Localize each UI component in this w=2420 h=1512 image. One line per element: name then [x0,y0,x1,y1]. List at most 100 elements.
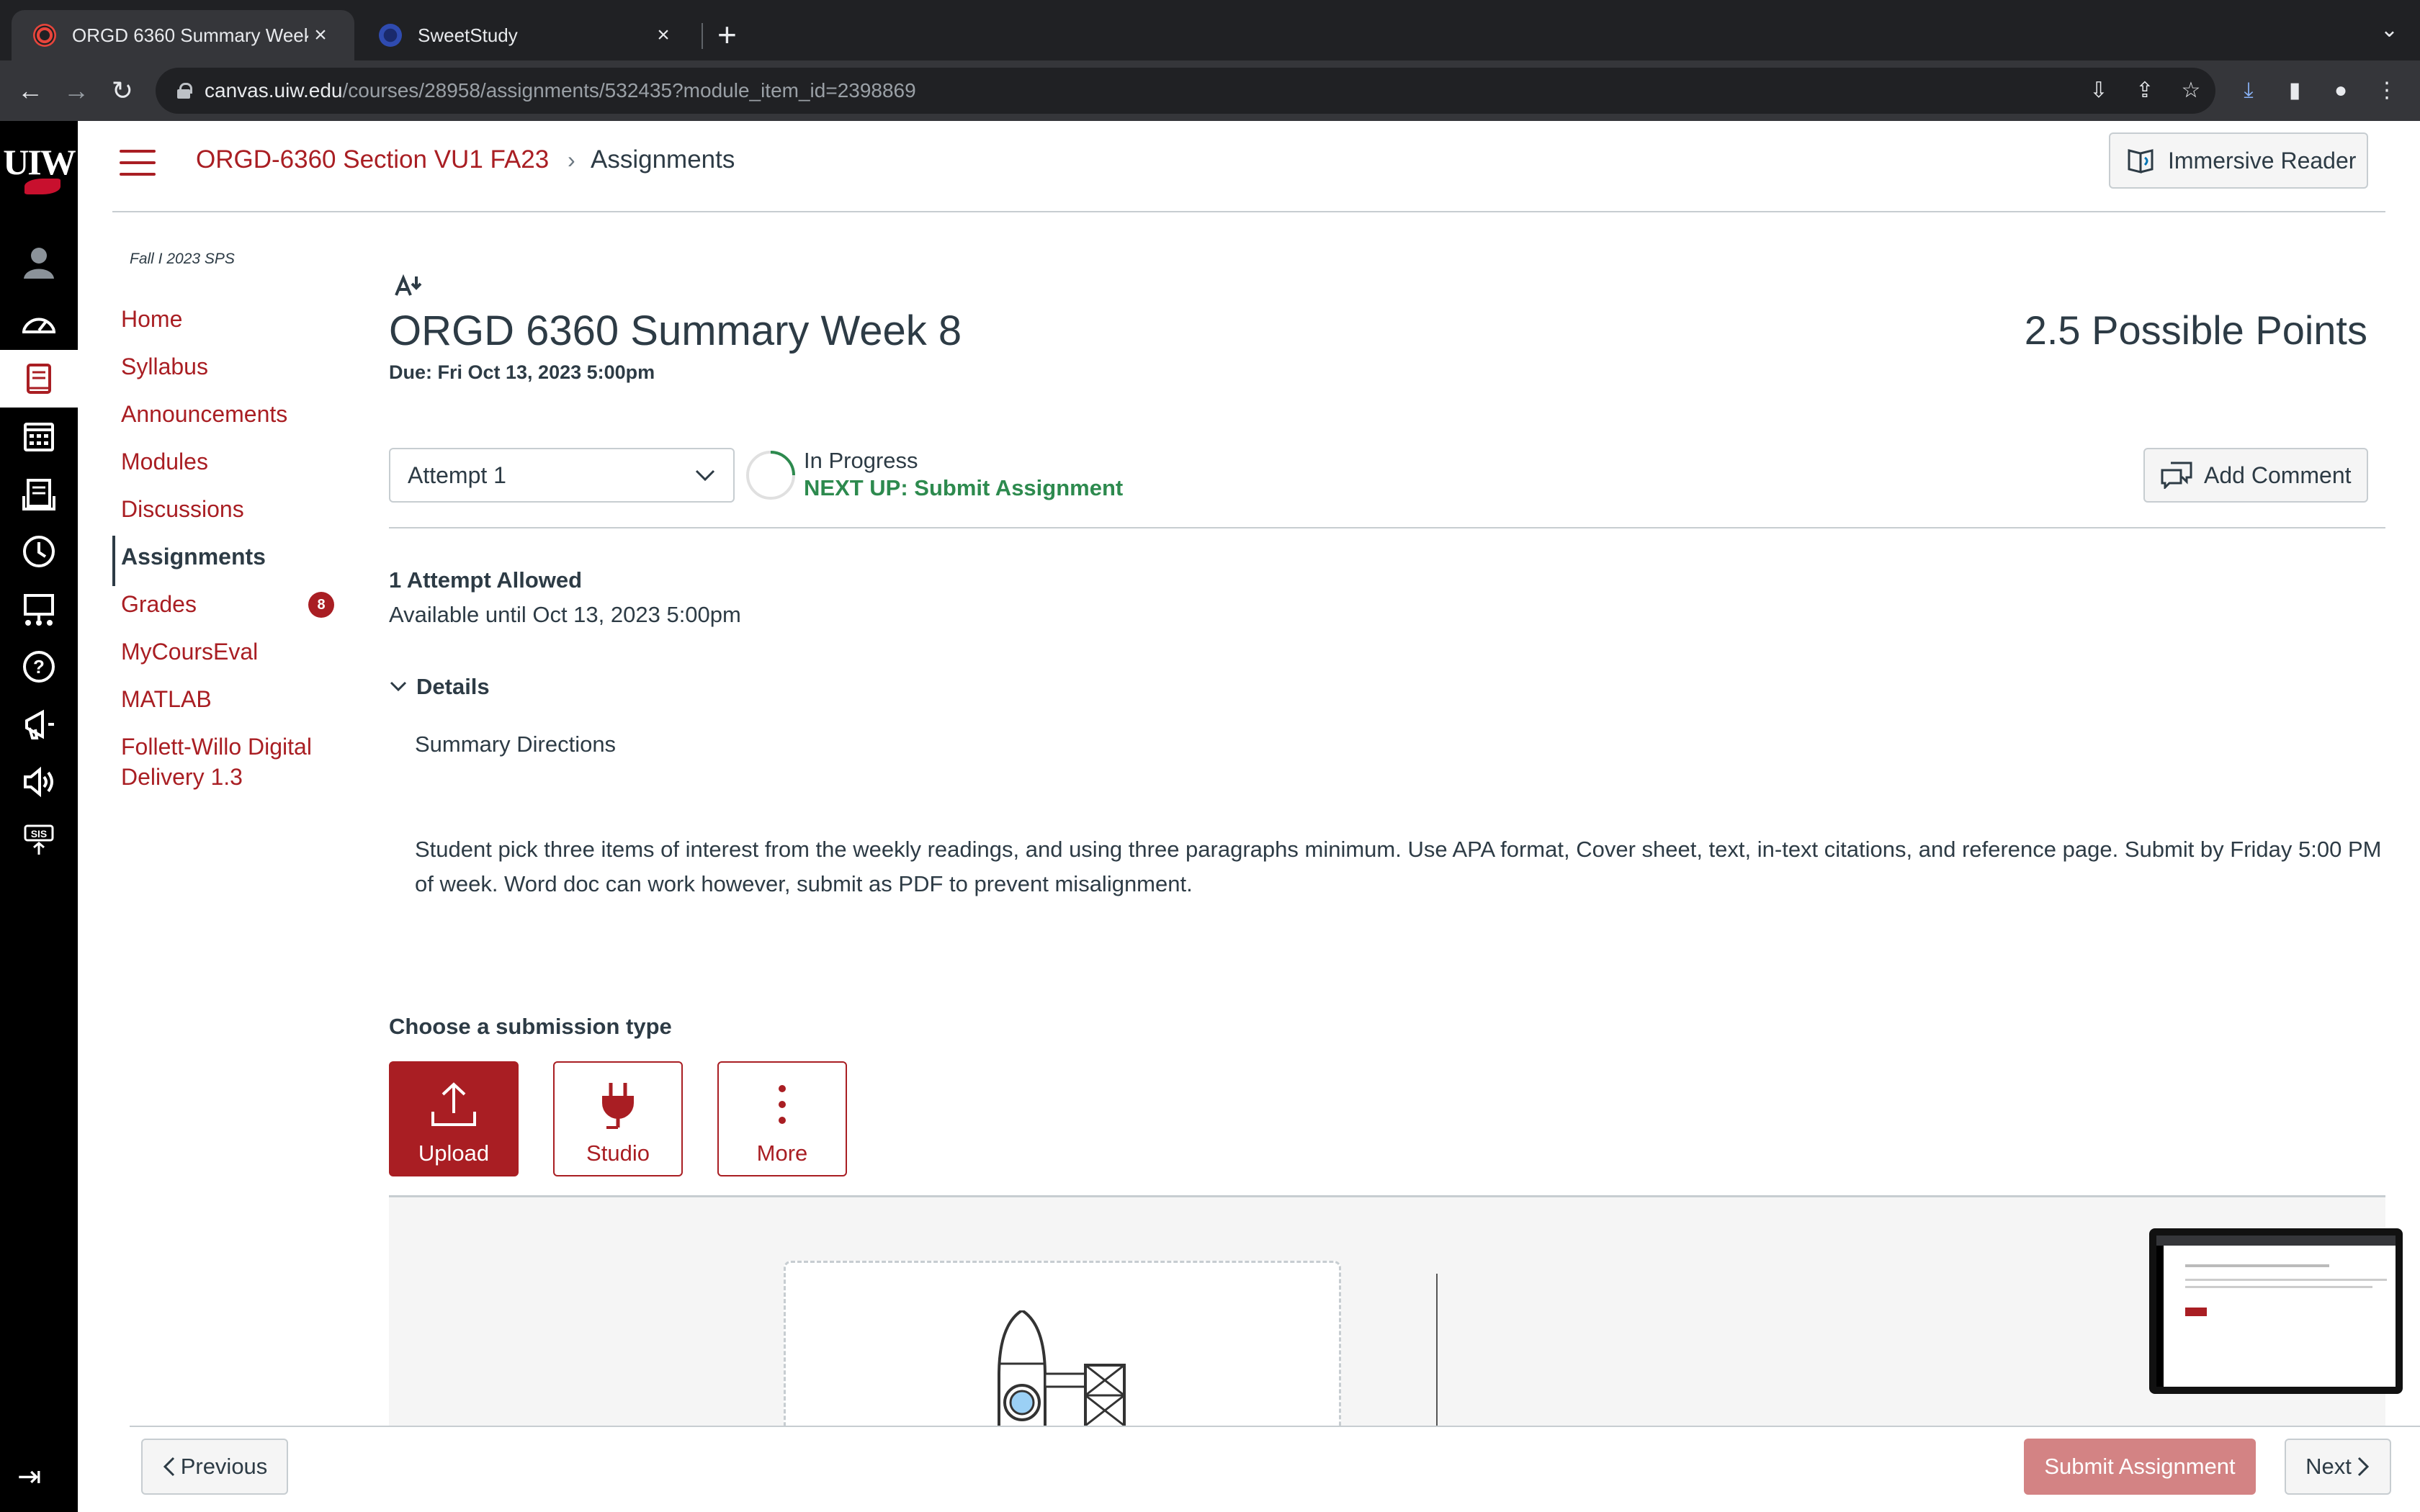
course-nav-modules[interactable]: Modules [121,438,351,485]
commons-icon[interactable] [0,580,78,638]
plug-icon [602,1083,634,1129]
more-label: More [756,1140,808,1166]
chevron-down-icon [390,681,407,692]
more-submission-button[interactable]: More [717,1061,847,1176]
upload-label: Upload [418,1140,490,1166]
submit-assignment-button[interactable]: Submit Assignment [2024,1439,2256,1495]
accessibility-icon[interactable] [0,753,78,811]
next-up-link[interactable]: NEXT UP: Submit Assignment [804,475,1123,501]
account-icon[interactable] [0,233,78,291]
description-body: Student pick three items of interest fro… [415,837,2382,896]
downloads-icon[interactable]: ⤓ [2234,76,2263,105]
browser-toolbar: ← → ↻ canvas.uiw.edu/courses/28958/assig… [0,60,2420,121]
breadcrumb-page: Assignments [591,145,735,174]
header-divider [112,211,2385,212]
canvas-favicon-icon [33,24,56,47]
close-tab-icon[interactable]: × [651,23,676,48]
inbox-icon[interactable] [0,465,78,523]
history-icon[interactable] [0,523,78,580]
immersive-reader-icon [2128,149,2154,174]
bookmark-star-icon[interactable]: ☆ [2177,76,2205,105]
help-icon[interactable]: ? [0,638,78,696]
tab-separator [702,23,703,49]
new-tab-icon[interactable]: + [717,14,737,55]
due-date: Due: Fri Oct 13, 2023 5:00pm [389,361,655,383]
course-menu-toggle-icon[interactable] [120,150,156,176]
calendar-icon[interactable] [0,408,78,465]
attempt-select-value: Attempt 1 [408,462,506,488]
breadcrumb-separator-icon: › [568,147,575,173]
close-tab-icon[interactable]: × [308,23,333,48]
screen-thumbnail-preview[interactable] [2149,1228,2403,1394]
collapse-nav-icon[interactable]: ⇥ [17,1460,42,1493]
attempts-allowed: 1 Attempt Allowed [389,567,583,593]
profile-icon[interactable]: ● [2326,76,2355,105]
details-label: Details [416,674,490,699]
more-vertical-icon [779,1085,786,1124]
url-host: canvas.uiw.edu [205,79,343,102]
content-divider [389,527,2385,528]
accessibility-checker-icon[interactable] [395,274,428,302]
tab-title: ORGD 6360 Summary Week 8 [72,24,308,46]
browser-tab-active[interactable]: ORGD 6360 Summary Week 8 × [12,10,354,60]
browser-tab-strip: ORGD 6360 Summary Week 8 × SweetStudy × … [0,0,2420,60]
chevron-right-icon [2357,1457,2369,1477]
comment-icon [2161,462,2192,489]
course-navigation: Home Syllabus Announcements Modules Disc… [112,295,351,801]
lock-icon [177,83,192,99]
previous-button[interactable]: Previous [141,1439,288,1495]
course-nav-grades[interactable]: Grades 8 [121,580,351,628]
courses-icon[interactable] [0,350,78,408]
available-until: Available until Oct 13, 2023 5:00pm [389,602,741,627]
install-app-icon[interactable]: ⇩ [2084,76,2113,105]
studio-label: Studio [586,1140,650,1166]
next-button[interactable]: Next [2285,1439,2391,1495]
file-upload-area [389,1195,2385,1448]
add-comment-button[interactable]: Add Comment [2143,448,2368,503]
possible-points: 2.5 Possible Points [2024,307,2367,353]
back-arrow-icon[interactable]: ← [16,76,45,105]
progress-ring-icon [746,451,795,500]
cardinal-logo-icon [24,179,60,194]
submission-type-heading: Choose a submission type [389,1014,672,1039]
address-bar[interactable]: canvas.uiw.edu/courses/28958/assignments… [156,68,2215,114]
add-comment-label: Add Comment [2204,462,2352,488]
course-nav-discussions[interactable]: Discussions [121,485,351,533]
svg-text:SIS: SIS [31,828,48,840]
upload-submission-button[interactable]: Upload [389,1061,519,1176]
course-nav-grades-label: Grades [121,591,197,617]
course-nav-home[interactable]: Home [121,295,351,343]
browser-tab-sweetstudy[interactable]: SweetStudy × [357,10,697,60]
upload-icon [431,1082,476,1126]
sis-icon[interactable]: SIS [0,811,78,868]
file-drop-zone[interactable] [784,1261,1341,1448]
course-nav-announcements[interactable]: Announcements [121,390,351,438]
attempt-select[interactable]: Attempt 1 [389,448,735,503]
course-nav-assignments[interactable]: Assignments [112,533,351,586]
reload-icon[interactable]: ↻ [108,76,137,105]
chevron-down-icon [695,469,715,482]
course-nav-matlab[interactable]: MATLAB [121,675,351,723]
sweetstudy-favicon-icon [379,24,402,47]
details-toggle[interactable]: Details [389,674,490,700]
immersive-reader-button[interactable]: Immersive Reader [2109,132,2368,189]
breadcrumb-course[interactable]: ORGD-6360 Section VU1 FA23 [196,145,549,174]
side-panel-icon[interactable]: ▮ [2280,76,2309,105]
tab-search-chevron-icon[interactable]: ⌄ [2380,17,2398,42]
dashboard-icon[interactable] [0,294,78,351]
submission-status: In Progress [804,448,918,473]
course-nav-syllabus[interactable]: Syllabus [121,343,351,390]
share-icon[interactable]: ⇪ [2130,76,2159,105]
course-nav-mycourseval[interactable]: MyCoursEval [121,628,351,675]
description-heading: Summary Directions [415,732,617,757]
immersive-reader-label: Immersive Reader [2168,147,2357,174]
course-nav-follett[interactable]: Follett-Willo Digital Delivery 1.3 [121,723,337,801]
svg-text:?: ? [33,656,45,678]
thumbnail-content [2156,1236,2396,1387]
announcements-icon[interactable] [0,696,78,753]
url-path: /courses/28958/assignments/532435?module… [342,79,916,102]
browser-menu-icon[interactable]: ⋮ [2372,76,2401,105]
forward-arrow-icon[interactable]: → [62,76,91,105]
uiw-logo[interactable]: UIW [0,141,78,183]
studio-submission-button[interactable]: Studio [553,1061,683,1176]
